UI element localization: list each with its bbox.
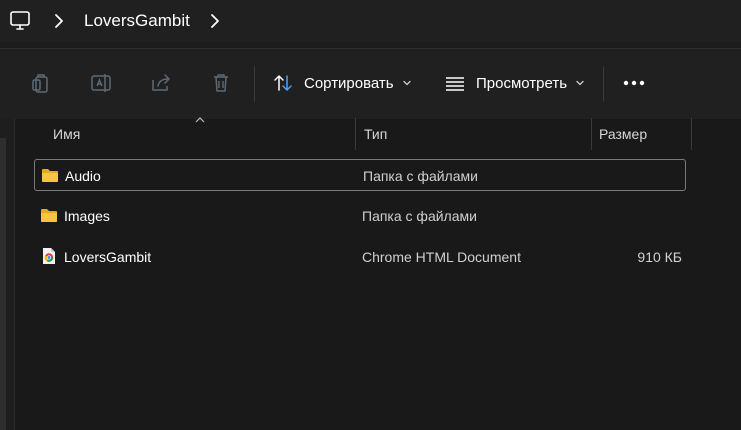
sort-ascending-icon (195, 117, 205, 123)
rename-icon[interactable] (89, 71, 113, 95)
column-separator[interactable] (355, 118, 356, 150)
share-icon[interactable] (149, 71, 173, 95)
file-type: Chrome HTML Document (362, 249, 521, 265)
chevron-right-icon[interactable] (208, 12, 222, 30)
column-header-type[interactable]: Тип (364, 118, 387, 150)
column-header-name[interactable]: Имя (53, 118, 80, 150)
chevron-down-icon (576, 80, 584, 86)
view-label: Просмотреть (476, 74, 568, 92)
command-bar: Сортировать Просмотреть (0, 48, 741, 119)
folder-icon (41, 209, 57, 222)
navigation-pane-scrollbar[interactable] (0, 138, 6, 430)
file-row[interactable]: LoversGambit Chrome HTML Document 910 КБ (34, 241, 686, 273)
file-size: 910 КБ (637, 249, 682, 265)
file-type: Папка с файлами (363, 168, 478, 184)
column-separator[interactable] (691, 118, 692, 150)
column-header-size[interactable]: Размер (599, 118, 647, 150)
view-button[interactable]: Просмотреть (444, 67, 585, 99)
file-row[interactable]: Audio Папка с файлами (34, 159, 686, 191)
file-name: Images (64, 208, 110, 224)
file-name: Audio (65, 168, 101, 184)
chevron-down-icon (402, 80, 411, 86)
file-row[interactable]: Images Папка с файлами (34, 200, 686, 232)
sort-button[interactable]: Сортировать (272, 67, 412, 99)
sort-icon (274, 75, 292, 91)
address-bar[interactable]: LoversGambit (0, 0, 741, 42)
copy-icon[interactable] (29, 71, 53, 95)
monitor-icon[interactable] (8, 9, 32, 33)
column-separator[interactable] (591, 118, 592, 150)
delete-icon[interactable] (209, 71, 233, 95)
folder-icon (42, 169, 58, 182)
chevron-right-icon[interactable] (52, 12, 66, 30)
file-name: LoversGambit (64, 249, 152, 265)
view-list-icon (446, 77, 464, 91)
more-icon[interactable] (622, 79, 646, 87)
commandbar-separator (603, 66, 604, 102)
chrome-html-file-icon (43, 248, 55, 264)
breadcrumb-current-folder[interactable]: LoversGambit (84, 10, 190, 32)
file-type: Папка с файлами (362, 208, 477, 224)
file-explorer-window: LoversGambit Сортировать Просмотреть Имя… (0, 0, 741, 430)
sort-label: Сортировать (304, 74, 394, 92)
commandbar-separator (254, 66, 255, 102)
